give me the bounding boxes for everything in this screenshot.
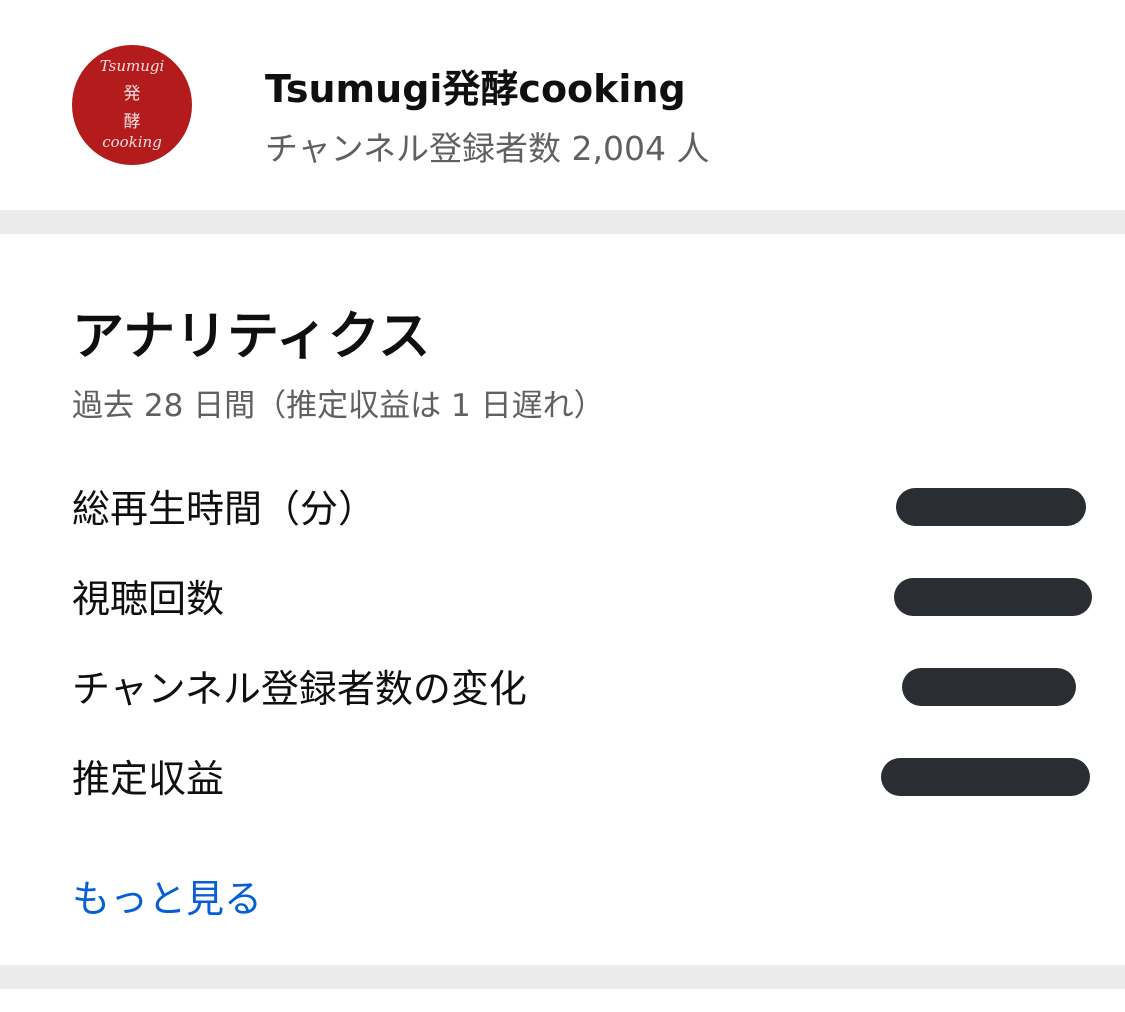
- see-more-link[interactable]: もっと見る: [72, 868, 262, 923]
- subscriber-count: チャンネル登録者数 2,004 人: [265, 129, 710, 168]
- metric-label: 総再生時間（分）: [72, 487, 377, 531]
- metric-value-redacted: [881, 758, 1090, 796]
- analytics-title: アナリティクス: [72, 307, 431, 367]
- analytics-card: アナリティクス 過去 28 日間（推定収益は 1 日遅れ） 総再生時間（分） 視…: [0, 234, 1125, 965]
- channel-avatar[interactable]: Tsumugi 発 酵 cooking: [72, 45, 192, 165]
- metric-row-subscriber-change: チャンネル登録者数の変化: [72, 650, 1092, 711]
- metric-row-views: 視聴回数: [72, 560, 1092, 621]
- metric-row-watch-time: 総再生時間（分）: [72, 470, 1092, 531]
- metric-label: 推定収益: [72, 757, 225, 801]
- avatar-text-line-4: cooking: [102, 133, 162, 151]
- metric-label: チャンネル登録者数の変化: [72, 667, 527, 711]
- avatar-text-line-2: 発: [123, 84, 141, 104]
- section-divider: [0, 210, 1125, 234]
- channel-name: Tsumugi発酵cooking: [265, 67, 686, 111]
- avatar-text-line-3: 酵: [123, 112, 141, 132]
- metric-value-redacted: [902, 668, 1076, 706]
- next-section: [0, 989, 1125, 1012]
- metric-value-redacted: [894, 578, 1092, 616]
- analytics-period: 過去 28 日間（推定収益は 1 日遅れ）: [72, 388, 605, 424]
- channel-header[interactable]: Tsumugi 発 酵 cooking Tsumugi発酵cooking チャン…: [0, 0, 1125, 210]
- metric-value-redacted: [896, 488, 1086, 526]
- metric-row-estimated-revenue: 推定収益: [72, 740, 1092, 801]
- metric-label: 視聴回数: [72, 577, 225, 621]
- avatar-text-line-1: Tsumugi: [99, 57, 165, 75]
- section-divider: [0, 965, 1125, 989]
